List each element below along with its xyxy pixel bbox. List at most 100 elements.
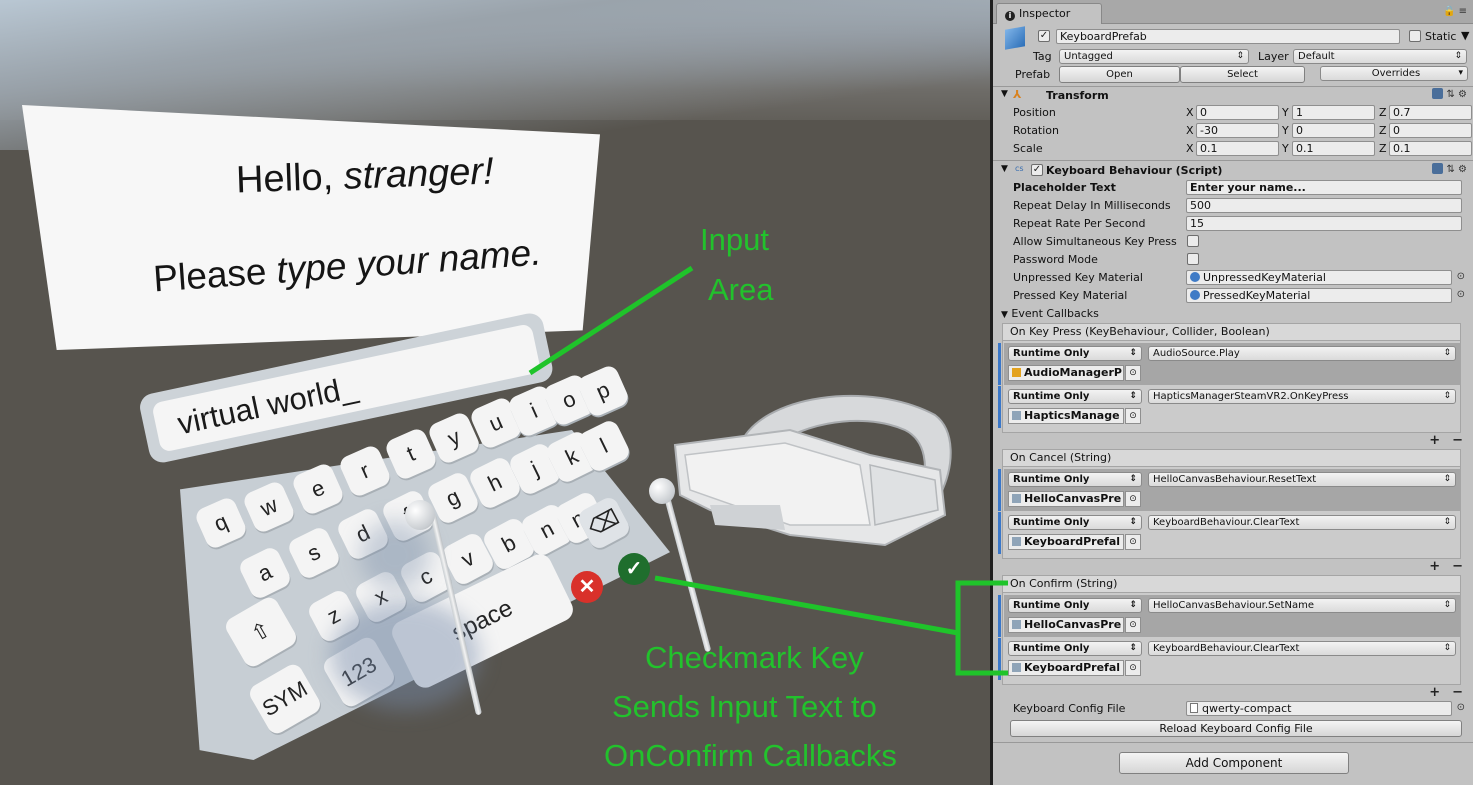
event-entry[interactable]: Runtime Only ⇕ HelloCanvasBehaviour.ResetT… (998, 469, 1461, 511)
remove-entry-button[interactable]: − (1452, 433, 1463, 448)
event-entry[interactable]: Runtime Only ⇕ AudioSource.Play ⇕ AudioManag… (998, 343, 1461, 385)
object-picker-icon[interactable]: ⊙ (1125, 660, 1141, 676)
event-entry[interactable]: Runtime Only ⇕ HapticsManagerSteamVR2.OnKe… (998, 386, 1461, 428)
pressed-material-field[interactable]: PressedKeyMaterial (1186, 288, 1452, 303)
key-confirm-checkmark[interactable]: ✓ (618, 553, 650, 585)
position-y-field[interactable]: 1 (1292, 105, 1375, 120)
component-header-icons[interactable]: ⇅ ⚙ (1432, 88, 1467, 100)
runtime-mode-dropdown[interactable]: Runtime Only ⇕ (1008, 598, 1142, 613)
scale-z-field[interactable]: 0.1 (1389, 141, 1472, 156)
entry-drag-handle[interactable] (998, 512, 1001, 554)
target-object-field[interactable]: AudioManagerP (1008, 365, 1124, 381)
entry-drag-handle[interactable] (998, 343, 1001, 385)
runtime-mode-dropdown[interactable]: Runtime Only ⇕ (1008, 641, 1142, 656)
chevron-icon: ⇕ (1236, 51, 1244, 61)
annotation-checkmark-line1: Checkmark Key (645, 640, 864, 675)
divider (993, 86, 1473, 87)
add-entry-button[interactable]: + (1429, 559, 1440, 574)
entry-drag-handle[interactable] (998, 386, 1001, 428)
component-header-icons[interactable]: ⇅ ⚙ (1432, 163, 1467, 175)
transform-icon: ⅄ (1013, 88, 1022, 101)
function-dropdown[interactable]: KeyboardBehaviour.ClearText ⇕ (1148, 641, 1456, 656)
active-checkbox[interactable]: ✓ (1038, 30, 1050, 42)
reload-config-button[interactable]: Reload Keyboard Config File (1010, 720, 1462, 737)
target-object-field[interactable]: KeyboardPrefal (1008, 660, 1124, 676)
runtime-mode-dropdown[interactable]: Runtime Only ⇕ (1008, 515, 1142, 530)
runtime-mode-value: Runtime Only (1013, 474, 1090, 485)
prefab-overrides-dropdown[interactable]: Overrides ▾ (1320, 66, 1468, 81)
entry-drag-handle[interactable] (998, 469, 1001, 511)
prefab-open-button[interactable]: Open (1059, 66, 1180, 83)
scale-x-field[interactable]: 0.1 (1196, 141, 1279, 156)
target-object-field[interactable]: HapticsManage (1008, 408, 1124, 424)
prefab-select-button[interactable]: Select (1180, 66, 1305, 83)
chevron-icon: ⇕ (1443, 517, 1451, 527)
object-name-field[interactable]: KeyboardPrefab (1056, 29, 1400, 44)
position-x-field[interactable]: 0 (1196, 105, 1279, 120)
gameobject-icon (1005, 26, 1025, 50)
keyboard-behaviour-header[interactable]: ▼ cs ✓ Keyboard Behaviour (Script) ⇅ ⚙ (993, 162, 1473, 180)
function-dropdown[interactable]: HelloCanvasBehaviour.SetName ⇕ (1148, 598, 1456, 613)
entry-drag-handle[interactable] (998, 638, 1001, 680)
placeholder-text-field[interactable]: Enter your name... (1186, 180, 1462, 195)
event-entry[interactable]: Runtime Only ⇕ KeyboardBehaviour.ClearText… (998, 638, 1461, 680)
rotation-z-field[interactable]: 0 (1389, 123, 1472, 138)
target-object-field[interactable]: HelloCanvasPre (1008, 491, 1124, 507)
event-callbacks-foldout[interactable]: ▼ Event Callbacks (1001, 307, 1099, 320)
placeholder-text-label: Placeholder Text (1013, 181, 1116, 194)
help-icon[interactable] (1432, 163, 1444, 174)
config-file-field[interactable]: qwerty-compact (1186, 701, 1452, 716)
script-enabled-checkbox[interactable]: ✓ (1031, 164, 1043, 176)
object-picker-icon[interactable]: ⊙ (1125, 534, 1141, 550)
remove-entry-button[interactable]: − (1452, 685, 1463, 700)
chevron-icon: ⇕ (1129, 517, 1137, 527)
add-component-button[interactable]: Add Component (1119, 752, 1349, 774)
static-checkbox[interactable] (1409, 30, 1421, 42)
object-picker-icon[interactable]: ⊙ (1125, 365, 1141, 381)
lock-icon[interactable]: 🔒 ≡ (1443, 6, 1467, 17)
position-z-field[interactable]: 0.7 (1389, 105, 1472, 120)
runtime-mode-dropdown[interactable]: Runtime Only ⇕ (1008, 346, 1142, 361)
chevron-icon: ⇕ (1454, 51, 1462, 61)
add-entry-button[interactable]: + (1429, 685, 1440, 700)
rotation-y-field[interactable]: 0 (1292, 123, 1375, 138)
object-picker-icon[interactable]: ⊙ (1125, 491, 1141, 507)
function-dropdown[interactable]: HapticsManagerSteamVR2.OnKeyPress ⇕ (1148, 389, 1456, 404)
keyboard-behaviour-title: Keyboard Behaviour (Script) (1046, 164, 1223, 177)
event-entry[interactable]: Runtime Only ⇕ HelloCanvasBehaviour.SetNam… (998, 595, 1461, 637)
runtime-mode-dropdown[interactable]: Runtime Only ⇕ (1008, 472, 1142, 487)
object-picker-icon[interactable]: ⊙ (1125, 617, 1141, 633)
tab-inspector[interactable]: i Inspector (996, 3, 1102, 24)
object-picker-icon[interactable]: ⊙ (1457, 289, 1465, 300)
function-dropdown[interactable]: AudioSource.Play ⇕ (1148, 346, 1456, 361)
event-entry[interactable]: Runtime Only ⇕ KeyboardBehaviour.ClearText… (998, 512, 1461, 554)
transform-header[interactable]: ▼ ⅄ Transform ⇅ ⚙ (993, 88, 1473, 106)
add-entry-button[interactable]: + (1429, 433, 1440, 448)
entry-drag-handle[interactable] (998, 595, 1001, 637)
runtime-mode-value: Runtime Only (1013, 600, 1090, 611)
object-picker-icon[interactable]: ⊙ (1125, 408, 1141, 424)
tag-dropdown[interactable]: Untagged ⇕ (1059, 49, 1249, 64)
repeat-delay-field[interactable]: 500 (1186, 198, 1462, 213)
password-mode-checkbox[interactable] (1187, 253, 1199, 265)
runtime-mode-value: Runtime Only (1013, 348, 1090, 359)
static-dropdown-arrow[interactable]: ▼ (1461, 29, 1469, 42)
layer-dropdown[interactable]: Default ⇕ (1293, 49, 1467, 64)
allow-simultaneous-checkbox[interactable] (1187, 235, 1199, 247)
target-object-field[interactable]: HelloCanvasPre (1008, 617, 1124, 633)
help-icon[interactable] (1432, 88, 1444, 99)
object-picker-icon[interactable]: ⊙ (1457, 702, 1465, 713)
function-dropdown[interactable]: HelloCanvasBehaviour.ResetText ⇕ (1148, 472, 1456, 487)
runtime-mode-dropdown[interactable]: Runtime Only ⇕ (1008, 389, 1142, 404)
object-picker-icon[interactable]: ⊙ (1457, 271, 1465, 282)
event-callbacks-label: Event Callbacks (1011, 307, 1099, 320)
scale-y-field[interactable]: 0.1 (1292, 141, 1375, 156)
repeat-rate-field[interactable]: 15 (1186, 216, 1462, 231)
target-object-field[interactable]: KeyboardPrefal (1008, 534, 1124, 550)
rotation-x-field[interactable]: -30 (1196, 123, 1279, 138)
key-cancel[interactable]: ✕ (571, 571, 603, 603)
unpressed-material-field[interactable]: UnpressedKeyMaterial (1186, 270, 1452, 285)
remove-entry-button[interactable]: − (1452, 559, 1463, 574)
hello-title: Hello, stranger! (235, 151, 494, 203)
function-dropdown[interactable]: KeyboardBehaviour.ClearText ⇕ (1148, 515, 1456, 530)
